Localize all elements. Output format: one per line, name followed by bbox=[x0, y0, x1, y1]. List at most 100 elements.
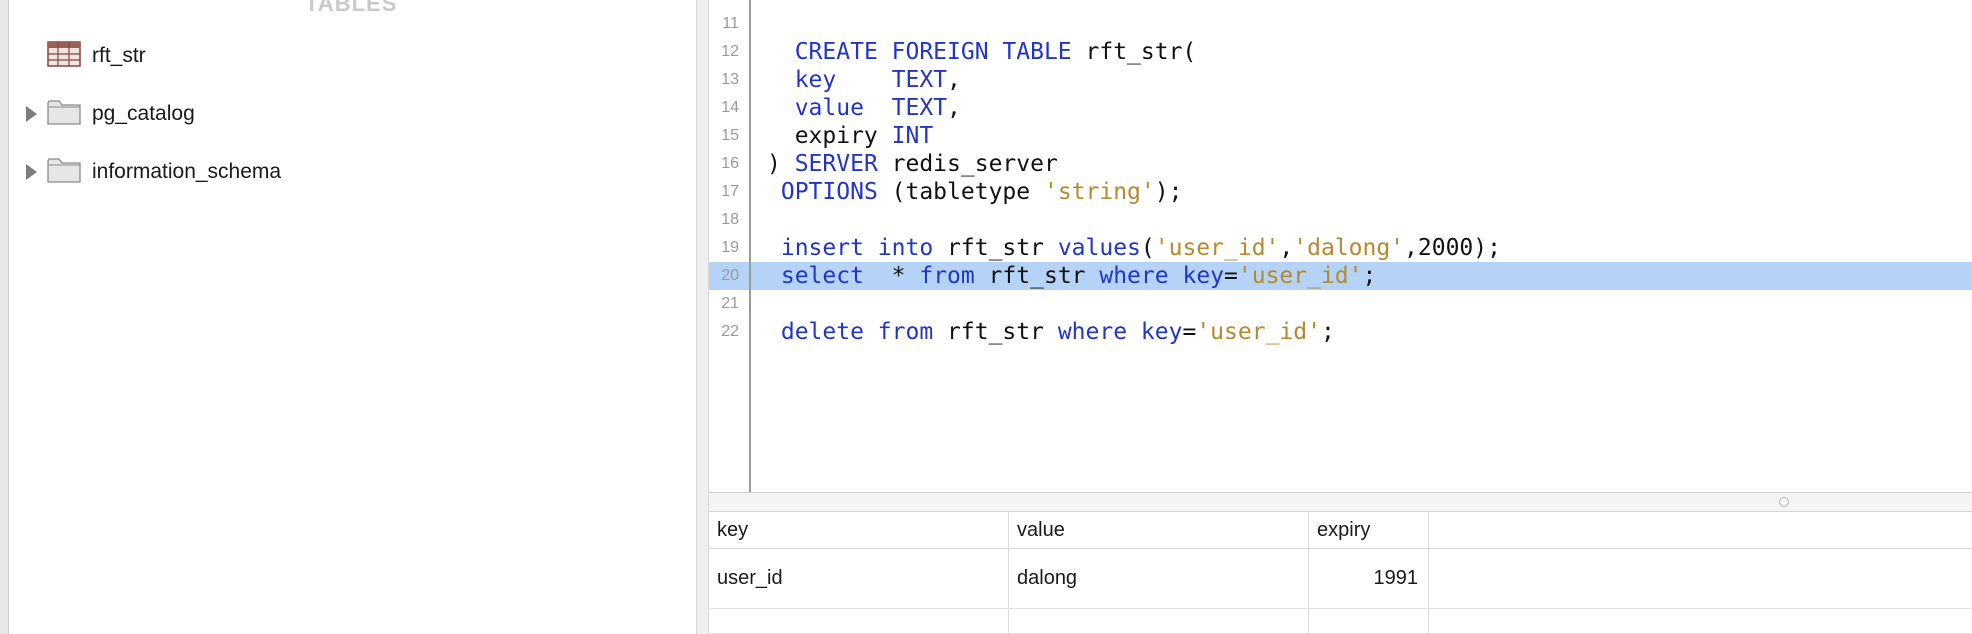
cell-value[interactable]: dalong bbox=[1009, 549, 1309, 608]
sql-text: = bbox=[1182, 319, 1197, 345]
sql-string: 'user_id' bbox=[1154, 235, 1280, 261]
cell-expiry[interactable]: 1991 bbox=[1309, 549, 1429, 608]
sql-text: ) bbox=[767, 151, 795, 177]
sql-keyword: key bbox=[1182, 263, 1225, 289]
code-line-15[interactable]: 15 expiry INT bbox=[709, 122, 1972, 150]
sql-editor[interactable]: 11 12 CREATE FOREIGN TABLE rft_str(13 key… bbox=[709, 0, 1972, 492]
sql-keyword: TEXT bbox=[891, 95, 948, 121]
sql-text: (tabletype bbox=[877, 179, 1044, 205]
sql-keyword: delete from bbox=[780, 319, 934, 345]
code-line-18[interactable]: 18 bbox=[709, 206, 1972, 234]
sql-keyword: OPTIONS bbox=[780, 179, 878, 205]
code-line-13[interactable]: 13 key TEXT, bbox=[709, 66, 1972, 94]
main-panel: 11 12 CREATE FOREIGN TABLE rft_str(13 key… bbox=[697, 0, 1972, 634]
line-code: CREATE FOREIGN TABLE rft_str( bbox=[767, 38, 1197, 66]
sql-text: rft_str bbox=[933, 235, 1058, 261]
sql-keyword: insert into bbox=[780, 235, 934, 261]
line-code: expiry INT bbox=[767, 122, 933, 150]
app-window: TABLES rft_str pg_catalog information_sc… bbox=[0, 0, 1972, 634]
sidebar-item-label: rft_str bbox=[92, 44, 146, 67]
table-icon bbox=[47, 40, 81, 72]
sql-keyword: value bbox=[794, 95, 864, 121]
sql-string: 'string' bbox=[1043, 179, 1155, 205]
sql-text: ,2000); bbox=[1404, 235, 1501, 261]
code-line-16[interactable]: 16) SERVER redis_server bbox=[709, 150, 1972, 178]
sql-string: 'user_id' bbox=[1237, 263, 1363, 289]
code-line-22[interactable]: 22 delete from rft_str where key='user_i… bbox=[709, 318, 1972, 346]
sql-string: 'user_id' bbox=[1196, 319, 1321, 345]
sql-keyword: TEXT bbox=[891, 67, 948, 93]
sql-keyword: from bbox=[919, 263, 975, 289]
sql-keyword: key bbox=[1140, 319, 1183, 345]
sql-text: , bbox=[947, 67, 961, 93]
sql-text: rft_str( bbox=[1071, 39, 1197, 65]
sql-text: = bbox=[1224, 263, 1238, 289]
disclosure-triangle-icon[interactable] bbox=[26, 106, 37, 122]
folder-icon bbox=[47, 99, 81, 130]
line-code: select * from rft_str where key='user_id… bbox=[767, 262, 1377, 290]
sidebar-item-information-schema[interactable]: information_schema bbox=[0, 152, 690, 192]
code-line-19[interactable]: 19 insert into rft_str values('user_id',… bbox=[709, 234, 1972, 262]
sidebar-item-label: information_schema bbox=[92, 160, 282, 183]
sql-text: , bbox=[1279, 235, 1294, 261]
sql-text: ; bbox=[1362, 263, 1377, 289]
code-line-12[interactable]: 12 CREATE FOREIGN TABLE rft_str( bbox=[709, 38, 1972, 66]
cell-empty bbox=[1009, 609, 1309, 633]
disclosure-triangle-icon[interactable] bbox=[26, 164, 37, 180]
sql-keyword: CREATE FOREIGN TABLE bbox=[794, 39, 1072, 65]
sql-text: expiry bbox=[767, 123, 892, 149]
results-grid[interactable]: key value expiry user_id dalong 1991 bbox=[709, 512, 1972, 634]
sql-text: ); bbox=[1154, 179, 1183, 205]
column-header-key[interactable]: key bbox=[709, 512, 1009, 548]
sql-text: * bbox=[863, 263, 920, 289]
line-code: delete from rft_str where key='user_id'; bbox=[767, 318, 1335, 346]
cell-key[interactable]: user_id bbox=[709, 549, 1009, 608]
sql-text: redis_server bbox=[877, 151, 1058, 177]
sidebar-section-title: TABLES bbox=[305, 0, 398, 16]
code-line-17[interactable]: 17 OPTIONS (tabletype 'string'); bbox=[709, 178, 1972, 206]
sql-keyword: where bbox=[1099, 263, 1169, 289]
folder-icon bbox=[47, 157, 81, 188]
line-code: insert into rft_str values('user_id','da… bbox=[767, 234, 1501, 262]
code-line-21[interactable]: 21 bbox=[709, 290, 1972, 318]
cell-empty bbox=[1309, 609, 1429, 633]
column-header-value[interactable]: value bbox=[1009, 512, 1309, 548]
sql-keyword: INT bbox=[891, 123, 934, 149]
line-code: key TEXT, bbox=[767, 66, 961, 94]
line-code: OPTIONS (tabletype 'string'); bbox=[767, 178, 1183, 206]
sidebar-item-label: pg_catalog bbox=[92, 102, 195, 125]
sql-keyword: values bbox=[1057, 235, 1141, 261]
sidebar-item-rft-str[interactable]: rft_str bbox=[0, 36, 690, 76]
results-header: key value expiry bbox=[709, 512, 1972, 549]
editor-results-splitter[interactable] bbox=[709, 492, 1972, 512]
sql-keyword: key bbox=[794, 67, 837, 93]
sql-keyword: SERVER bbox=[794, 151, 878, 177]
code-line-14[interactable]: 14 value TEXT, bbox=[709, 94, 1972, 122]
sql-keyword: where bbox=[1057, 319, 1128, 345]
line-code: value TEXT, bbox=[767, 94, 961, 122]
sql-text: ; bbox=[1320, 319, 1335, 345]
code-line-20[interactable]: 20 select * from rft_str where key='user… bbox=[709, 262, 1972, 290]
column-header-empty bbox=[1429, 512, 1972, 548]
line-code: ) SERVER redis_server bbox=[767, 150, 1058, 178]
cell-empty bbox=[1429, 549, 1972, 608]
column-header-expiry[interactable]: expiry bbox=[1309, 512, 1429, 548]
sidebar-item-pg-catalog[interactable]: pg_catalog bbox=[0, 94, 690, 134]
sidebar: TABLES rft_str pg_catalog information_sc… bbox=[0, 0, 697, 634]
cell-empty bbox=[1429, 609, 1972, 633]
splitter-handle-icon[interactable] bbox=[1779, 497, 1789, 507]
panel-divider bbox=[697, 0, 709, 634]
table-row[interactable]: user_id dalong 1991 bbox=[709, 549, 1972, 609]
code-line-11[interactable]: 11 bbox=[709, 10, 1972, 38]
